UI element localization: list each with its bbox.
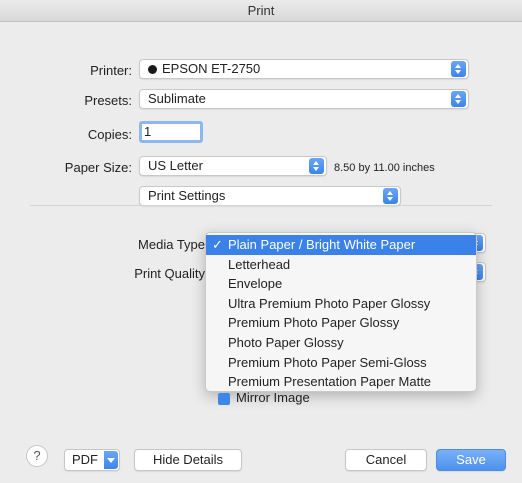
paper-size-dimensions: 8.50 by 11.00 inches — [334, 162, 435, 174]
menu-item-label: Ultra Premium Photo Paper Glossy — [228, 295, 431, 311]
paper-size-label: Paper Size: — [64, 160, 132, 175]
printer-status-icon — [148, 65, 157, 74]
copies-input[interactable]: 1 — [139, 121, 203, 143]
copies-label: Copies: — [87, 127, 132, 142]
help-button[interactable]: ? — [26, 445, 48, 467]
pdf-button[interactable]: PDF — [64, 449, 120, 471]
printer-value: EPSON ET-2750 — [162, 61, 261, 76]
paper-size-stepper-icon — [309, 158, 324, 174]
media-type-label: Media Type — [138, 237, 205, 252]
menu-item-envelope[interactable]: Envelope — [206, 274, 476, 294]
print-settings-stepper-icon — [383, 188, 398, 204]
menu-item-label: Premium Photo Paper Glossy — [228, 315, 400, 331]
menu-item-premium-presentation-matte[interactable]: Premium Presentation Paper Matte — [206, 372, 476, 392]
menu-item-label: Premium Photo Paper Semi-Gloss — [228, 354, 427, 370]
print-quality-label: Print Quality — [134, 266, 205, 281]
presets-value: Sublimate — [148, 91, 206, 106]
pdf-label: PDF — [72, 452, 98, 467]
menu-item-label: Envelope — [228, 276, 283, 292]
printer-stepper-icon — [451, 61, 466, 77]
mirror-image-checkbox[interactable] — [218, 393, 230, 405]
section-divider — [30, 205, 492, 206]
window-title: Print — [247, 3, 275, 18]
printer-label: Printer: — [90, 63, 132, 78]
pdf-menu-arrow-icon — [104, 451, 118, 469]
menu-item-premium-photo-semi-gloss[interactable]: Premium Photo Paper Semi-Gloss — [206, 353, 476, 373]
print-settings-value: Print Settings — [148, 188, 226, 203]
menu-item-label: Plain Paper / Bright White Paper — [228, 237, 416, 252]
printer-select[interactable]: EPSON ET-2750 — [139, 59, 469, 79]
paper-size-select[interactable]: US Letter — [139, 156, 327, 176]
save-button[interactable]: Save — [436, 449, 506, 471]
menu-item-premium-photo-glossy[interactable]: Premium Photo Paper Glossy — [206, 313, 476, 333]
paper-size-value: US Letter — [148, 158, 203, 173]
menu-item-label: Photo Paper Glossy — [228, 334, 344, 350]
window-titlebar: Print — [0, 0, 522, 22]
presets-label: Presets: — [84, 93, 132, 108]
media-type-menu: ✓ Plain Paper / Bright White Paper Lette… — [205, 232, 477, 392]
menu-item-photo-glossy[interactable]: Photo Paper Glossy — [206, 333, 476, 353]
menu-item-ultra-premium-photo-glossy[interactable]: Ultra Premium Photo Paper Glossy — [206, 294, 476, 314]
checkmark-icon: ✓ — [212, 237, 223, 252]
print-settings-select[interactable]: Print Settings — [139, 186, 401, 206]
menu-item-plain-paper[interactable]: ✓ Plain Paper / Bright White Paper — [206, 235, 476, 255]
menu-item-label: Premium Presentation Paper Matte — [228, 374, 432, 390]
menu-item-label: Letterhead — [228, 256, 291, 272]
presets-select[interactable]: Sublimate — [139, 89, 469, 109]
mirror-image-label: Mirror Image — [236, 390, 310, 405]
hide-details-button[interactable]: Hide Details — [134, 449, 242, 471]
menu-item-letterhead[interactable]: Letterhead — [206, 255, 476, 275]
presets-stepper-icon — [451, 91, 466, 107]
cancel-button[interactable]: Cancel — [345, 449, 427, 471]
